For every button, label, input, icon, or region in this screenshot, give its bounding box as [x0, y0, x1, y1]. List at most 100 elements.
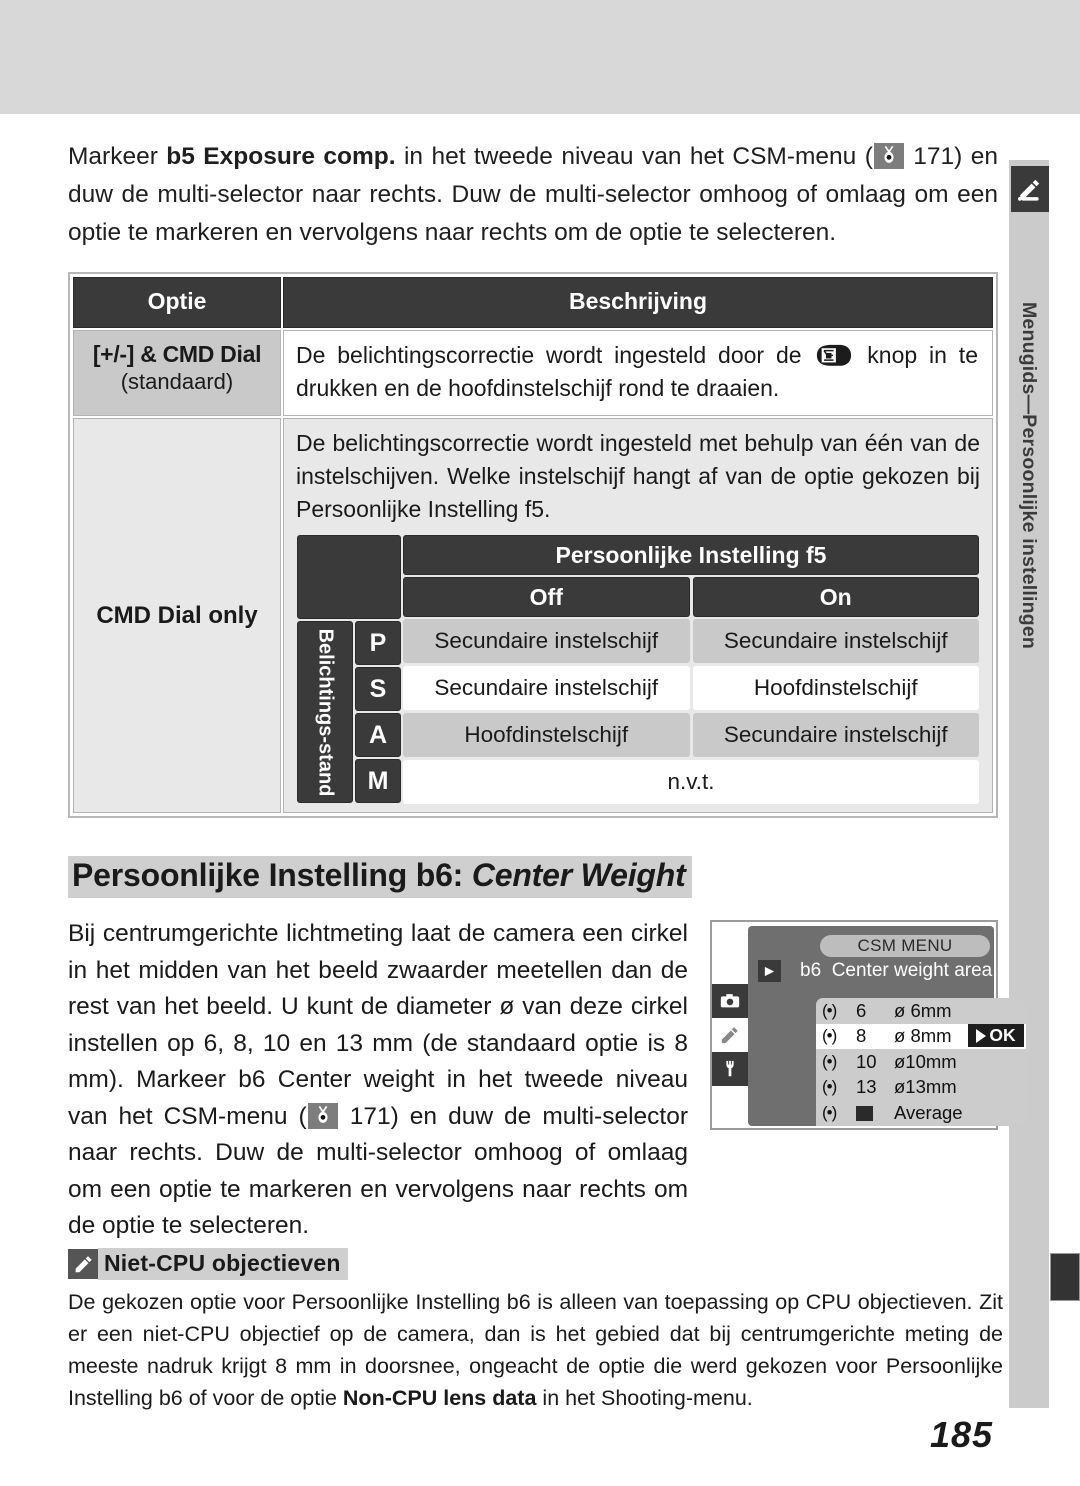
f5-cell-m-span: n.v.t.: [403, 760, 979, 804]
lcd-item-diameter: Average: [894, 1101, 963, 1123]
f5-subtable-left: Belichtings-stand P S A M: [296, 534, 402, 804]
right-arrow-icon: [976, 1028, 987, 1043]
option-cell-cmd-dial: [+/-] & CMD Dial (standaard): [73, 330, 281, 416]
radio-icon: (•): [822, 1102, 837, 1122]
sidebar-section-label: Menugids—Persoonlijke instellingen: [1009, 215, 1049, 735]
f5-subtable-column-headers: Off On: [403, 577, 979, 617]
intro-text-1: Markeer: [68, 143, 167, 170]
f5-subtable-right: Persoonlijke Instelling f5 Off On Secund…: [402, 534, 980, 804]
f5-row-p: Secundaire instelschijf Secundaire inste…: [403, 619, 979, 663]
f5-column-off: Off: [403, 577, 690, 617]
f5-subtable: Belichtings-stand P S A M Persoonlijke I…: [296, 534, 980, 806]
average-square-icon: [856, 1102, 880, 1124]
section-body-columns: Bij centrumgerichte lichtmeting laat de …: [68, 916, 1026, 1245]
lcd-list-item[interactable]: (•) 13 ø13mm: [816, 1075, 1026, 1101]
table-row: [+/-] & CMD Dial (standaard) De belichti…: [72, 329, 994, 417]
radio-icon: (•): [822, 1077, 837, 1097]
note-header: Niet-CPU objectieven: [68, 1248, 1003, 1280]
intro-bold-setting: b5 Exposure comp.: [166, 143, 396, 170]
option-label-line2: (standaard): [120, 369, 234, 394]
note-body: De gekozen optie voor Persoonlijke Inste…: [68, 1286, 1003, 1414]
pencil-icon: [712, 1018, 748, 1052]
lcd-screenshot-column: CSM MENU b6 Center weight area (•) 6 ø 6…: [710, 916, 1026, 1245]
exposure-mode-column: P S A M: [355, 621, 401, 803]
pencil-icon: [1011, 166, 1049, 212]
section-heading-normal: Persoonlijke Instelling b6:: [72, 857, 472, 893]
desc-text-1: De belichtingscorrectie wordt ingesteld …: [296, 342, 814, 368]
f5-cell-a-on: Secundaire instelschijf: [692, 713, 979, 757]
lcd-menu-title: CSM MENU: [820, 935, 990, 957]
option-label-line1: [+/-] & CMD Dial: [92, 341, 262, 367]
lcd-subtitle-text: Center weight area: [831, 960, 993, 981]
exposure-compensation-button-icon: ■: [815, 343, 853, 368]
camera-lcd-screenshot: CSM MENU b6 Center weight area (•) 6 ø 6…: [710, 920, 1026, 1130]
section-heading-italic: Center Weight: [471, 857, 686, 893]
f5-corner-blank: [297, 535, 401, 619]
note-text-2: in het Shooting-menu.: [536, 1386, 753, 1410]
lcd-item-diameter: ø13mm: [894, 1076, 957, 1098]
f5-cell-a-off: Hoofdinstelschijf: [403, 713, 690, 757]
playback-icon: [758, 960, 781, 982]
pencil-note-icon: [68, 1249, 98, 1279]
lcd-list-item[interactable]: (•) 6 ø 6mm: [816, 998, 1026, 1024]
lcd-ok-label: OK: [989, 1025, 1016, 1045]
lcd-menu-subtitle: b6 Center weight area: [800, 960, 992, 982]
mode-box-m: M: [355, 759, 401, 803]
note-block: Niet-CPU objectieven De gekozen optie vo…: [68, 1248, 1003, 1414]
section-paragraph: Bij centrumgerichte lichtmeting laat de …: [68, 916, 688, 1245]
options-table: Optie Beschrijving [+/-] & CMD Dial (sta…: [68, 272, 998, 818]
f5-row-s: Secundaire instelschijf Hoofdinstelschij…: [403, 666, 979, 710]
lcd-icon-rail: [712, 922, 752, 1128]
exposure-mode-vertical-label-text: Belichtings-stand: [314, 628, 337, 796]
f5-column-on: On: [692, 577, 979, 617]
section-heading: Persoonlijke Instelling b6: Center Weigh…: [68, 856, 692, 898]
lcd-screen: CSM MENU b6 Center weight area (•) 6 ø 6…: [748, 926, 1026, 1126]
mode-box-p: P: [355, 621, 401, 665]
mode-box-s: S: [355, 667, 401, 711]
camera-icon: [712, 984, 748, 1018]
mode-box-a: A: [355, 713, 401, 757]
f5-row-a: Hoofdinstelschijf Secundaire instelschij…: [403, 713, 979, 757]
lcd-list-item[interactable]: (•) Average: [816, 1100, 1026, 1126]
exposure-mode-vertical-label: Belichtings-stand: [297, 621, 353, 803]
f5-cell-p-off: Secundaire instelschijf: [403, 619, 690, 663]
page-top-band: [0, 0, 1080, 114]
section-body-text: Bij centrumgerichte lichtmeting laat de …: [68, 916, 688, 1245]
main-content: Markeer b5 Exposure comp. in het tweede …: [68, 138, 1026, 1245]
f5-subtable-title: Persoonlijke Instelling f5: [403, 535, 979, 575]
lcd-item-diameter: ø 6mm: [894, 999, 952, 1021]
magnifier-reference-icon: [873, 143, 904, 169]
page-edge-tab: [1050, 1253, 1080, 1301]
table-header-option: Optie: [73, 277, 281, 328]
f5-cell-p-on: Secundaire instelschijf: [692, 619, 979, 663]
lcd-item-number: 6: [856, 999, 867, 1021]
lcd-option-list[interactable]: (•) 6 ø 6mm (•) 8 ø 8mm (•) 10 ø10mm (•)…: [816, 998, 1026, 1126]
note-title: Niet-CPU objectieven: [98, 1248, 348, 1280]
note-bold-option: Non-CPU lens data: [342, 1386, 537, 1410]
f5-mode-area: Belichtings-stand P S A M: [297, 621, 401, 803]
f5-cell-s-on: Hoofdinstelschijf: [692, 666, 979, 710]
sidebar-section-label-text: Menugids—Persoonlijke instellingen: [1018, 301, 1041, 649]
wrench-icon: [712, 1052, 748, 1086]
f5-cell-s-off: Secundaire instelschijf: [403, 666, 690, 710]
table-row: CMD Dial only De belichtingscorrectie wo…: [72, 417, 994, 814]
table-header-description: Beschrijving: [283, 277, 993, 328]
radio-icon: (•): [822, 1000, 837, 1020]
intro-text-2: in het tweede niveau van het CSM-menu (: [395, 143, 873, 170]
magnifier-reference-icon: [307, 1102, 338, 1129]
description-text: De belichtingscorrectie wordt ingesteld …: [296, 430, 980, 522]
intro-paragraph: Markeer b5 Exposure comp. in het tweede …: [68, 138, 998, 252]
lcd-item-number: 13: [856, 1076, 877, 1098]
lcd-ok-button[interactable]: OK: [968, 1024, 1024, 1047]
lcd-list-item[interactable]: (•) 10 ø10mm: [816, 1049, 1026, 1075]
section-bold-setting: b6 Center weight: [238, 1066, 435, 1093]
lcd-subtitle-code: b6: [800, 960, 822, 981]
lcd-item-diameter: ø10mm: [894, 1050, 957, 1072]
lcd-item-number: 10: [856, 1050, 877, 1072]
description-cell-cmd-dial-only: De belichtingscorrectie wordt ingesteld …: [283, 418, 993, 813]
f5-row-m: n.v.t.: [403, 760, 979, 804]
table-header-row: Optie Beschrijving: [72, 276, 994, 329]
option-cell-cmd-dial-only: CMD Dial only: [73, 418, 281, 813]
radio-icon: (•): [822, 1051, 837, 1071]
page-number: 185: [930, 1414, 994, 1455]
